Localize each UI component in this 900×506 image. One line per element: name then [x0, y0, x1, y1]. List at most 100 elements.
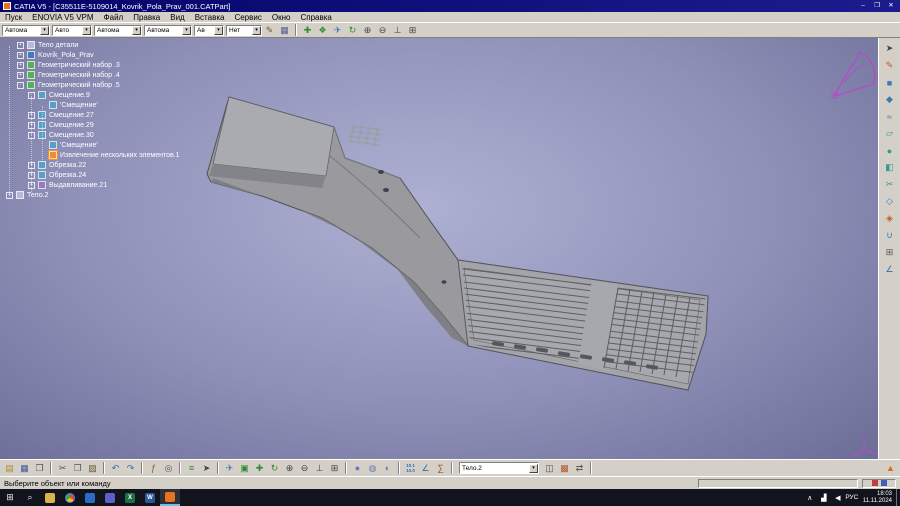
painter-icon[interactable]: ✎	[262, 24, 277, 37]
menu-item-7[interactable]: Окно	[267, 13, 296, 22]
expand-icon[interactable]: +	[17, 52, 24, 59]
menu-item-6[interactable]: Сервис	[229, 13, 266, 22]
join-icon[interactable]: ∪	[882, 228, 898, 243]
offset-plane-icon[interactable]: ▱	[882, 126, 898, 141]
tree-item[interactable]: +Смещение.29	[6, 120, 180, 130]
zoom-in-icon[interactable]: ⊕	[282, 461, 297, 476]
browser-chrome-icon[interactable]	[60, 489, 80, 506]
copy-icon[interactable]: ❐	[70, 461, 85, 476]
shaded-view-icon[interactable]: ●	[350, 461, 365, 476]
paste-icon[interactable]: ▨	[85, 461, 100, 476]
viewport-3d[interactable]: +Тело детали+Kovrik_Pola_Prav+Геометриче…	[0, 38, 878, 459]
tree-item[interactable]: +Kovrik_Pola_Prav	[6, 50, 180, 60]
tree-item[interactable]: +Выдавливание.21	[6, 180, 180, 190]
chevron-down-icon[interactable]: ▾	[182, 26, 191, 35]
menu-item-4[interactable]: Вид	[165, 13, 189, 22]
tree-item[interactable]: -Смещение.30	[6, 130, 180, 140]
tree-item[interactable]: +Обрезка.24	[6, 170, 180, 180]
redo-icon[interactable]: ↷	[123, 461, 138, 476]
tree-item[interactable]: +Геометрический набор .3	[6, 60, 180, 70]
measure-icon[interactable]: ∠	[882, 262, 898, 277]
sketch-icon[interactable]: ✎	[882, 58, 898, 73]
maximize-button[interactable]: ❒	[871, 1, 883, 11]
menu-item-1[interactable]: ENOVIA V5 VPM	[27, 13, 98, 22]
catia-help-icon[interactable]: ▲	[883, 461, 898, 476]
excel-icon[interactable]: X	[120, 489, 140, 506]
volume-icon[interactable]: ◀	[831, 489, 845, 506]
app-purple-icon[interactable]	[100, 489, 120, 506]
clock[interactable]: 18:0311.11.2024	[859, 491, 896, 505]
expand-icon[interactable]: +	[17, 62, 24, 69]
rotate-icon[interactable]: ↻	[345, 24, 360, 37]
minimize-button[interactable]: –	[857, 1, 869, 11]
chevron-down-icon[interactable]: ▾	[132, 26, 141, 35]
expand-icon[interactable]: +	[17, 72, 24, 79]
wizard-icon[interactable]: ▦	[277, 24, 292, 37]
hide-show-icon[interactable]: ◐	[380, 461, 395, 476]
swap-visible-icon[interactable]: ⇄	[572, 461, 587, 476]
apply-material-icon[interactable]: ▩	[557, 461, 572, 476]
close-button[interactable]: ✕	[885, 1, 897, 11]
sketch-grid-marker[interactable]	[347, 124, 382, 146]
normal-view-icon[interactable]: ⊥	[390, 24, 405, 37]
line-color-combo[interactable]: Автома▾	[94, 25, 142, 36]
word-icon[interactable]: W	[140, 489, 160, 506]
thickness-combo[interactable]: Ав▾	[194, 25, 224, 36]
trim-icon[interactable]: ✂	[882, 177, 898, 192]
fit-all-icon[interactable]: ▣	[237, 461, 252, 476]
tree-item[interactable]: +Геометрический набор .4	[6, 70, 180, 80]
revolve-icon[interactable]: ◆	[882, 92, 898, 107]
chevron-down-icon[interactable]: ▾	[40, 26, 49, 35]
multi-view-icon[interactable]: ⊞	[405, 24, 420, 37]
catalog-icon[interactable]: ◫	[542, 461, 557, 476]
language-indicator[interactable]: РУС	[845, 489, 859, 506]
rotate-icon[interactable]: ↻	[267, 461, 282, 476]
pan-icon[interactable]: ✚	[252, 461, 267, 476]
active-body-combo[interactable]: Тело.2▾	[459, 462, 539, 474]
move-arrows-icon[interactable]: ❖	[315, 24, 330, 37]
sweep-icon[interactable]: ≈	[882, 109, 898, 124]
menu-item-3[interactable]: Правка	[128, 13, 165, 22]
app-icon[interactable]	[3, 2, 11, 10]
menu-item-5[interactable]: Вставка	[190, 13, 230, 22]
measure-between-icon[interactable]: ∠	[418, 461, 433, 476]
search-icon[interactable]: ⌕	[20, 489, 40, 506]
split-icon[interactable]: ◧	[882, 160, 898, 175]
status-icon-blue[interactable]	[881, 480, 887, 486]
search-binoculars-icon[interactable]: ◎	[161, 461, 176, 476]
extrude-icon[interactable]: ■	[882, 75, 898, 90]
measure-item-icon[interactable]: 10.110.0	[403, 461, 418, 476]
power-input-field[interactable]	[698, 479, 858, 488]
status-icon-red[interactable]	[872, 480, 878, 486]
fill-color-combo[interactable]: Автома▾	[2, 25, 50, 36]
floor-mat-part[interactable]	[207, 97, 730, 390]
expand-icon[interactable]: +	[17, 42, 24, 49]
undo-icon[interactable]: ↶	[108, 461, 123, 476]
zoom-out-icon[interactable]: ⊖	[297, 461, 312, 476]
cut-icon[interactable]: ✂	[55, 461, 70, 476]
menu-item-8[interactable]: Справка	[295, 13, 336, 22]
tree-item[interactable]: +Тело детали	[6, 40, 180, 50]
tree-item[interactable]: +Тело.2	[6, 190, 180, 200]
pointer-icon[interactable]: ➤	[199, 461, 214, 476]
normal-view-icon[interactable]: ⊥	[312, 461, 327, 476]
chevron-down-icon[interactable]: ▾	[214, 26, 223, 35]
open-folder-icon[interactable]: ▤	[2, 461, 17, 476]
folder-icon[interactable]	[40, 489, 60, 506]
collapse-icon[interactable]: -	[17, 82, 24, 89]
zoom-in-icon[interactable]: ⊕	[360, 24, 375, 37]
tree-item[interactable]: +Обрезка.22	[6, 160, 180, 170]
save-icon[interactable]: ▦	[17, 461, 32, 476]
multi-view-icon[interactable]: ⊞	[327, 461, 342, 476]
app-blue-icon[interactable]	[80, 489, 100, 506]
hidden-icons-icon[interactable]: ∧	[803, 489, 817, 506]
chevron-down-icon[interactable]: ▾	[529, 464, 538, 473]
tree-item[interactable]: 'Смещение'	[6, 100, 180, 110]
network-icon[interactable]: ▟	[817, 489, 831, 506]
pan-icon[interactable]: ✚	[300, 24, 315, 37]
compass[interactable]	[832, 52, 875, 98]
knowledge-fx-icon[interactable]: ƒ	[146, 461, 161, 476]
catia-icon[interactable]	[160, 489, 180, 506]
fly-icon[interactable]: ✈	[330, 24, 345, 37]
notification-panel-button[interactable]	[896, 489, 900, 506]
